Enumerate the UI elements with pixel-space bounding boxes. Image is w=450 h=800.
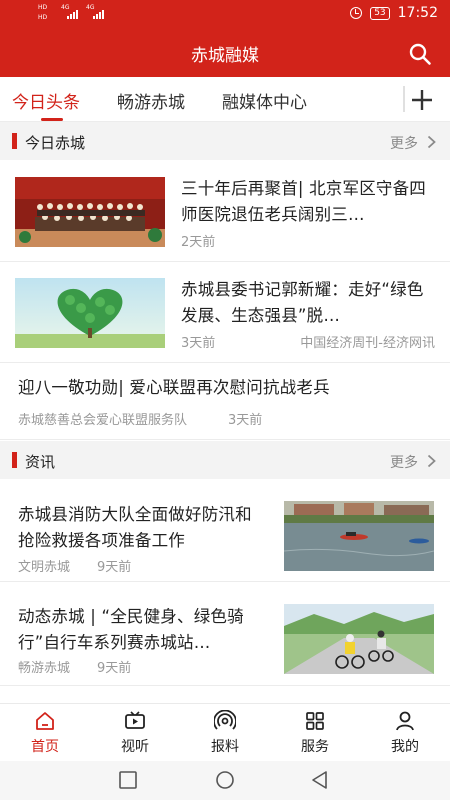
news-item[interactable]: 迎八一敬功勋| 爱心联盟再次慰问抗战老兵 赤城慈善总会爱心联盟服务队 3天前 bbox=[0, 363, 450, 440]
nav-label: 我的 bbox=[391, 739, 419, 755]
news-source: 中国经济周刊-经济网讯 bbox=[300, 336, 435, 351]
news-source: 文明赤城 bbox=[18, 560, 71, 575]
video-icon bbox=[125, 711, 145, 729]
news-time: 3天前 bbox=[228, 413, 263, 428]
green-heart-tree-thumbnail bbox=[15, 278, 165, 348]
news-time: 2天前 bbox=[181, 235, 216, 250]
category-tabs: 今日头条 畅游赤城 融媒体中心 bbox=[0, 77, 450, 122]
news-item[interactable]: 三十年后再聚首| 北京军区守备四师医院退伍老兵阔别三… 2天前 bbox=[0, 160, 450, 262]
news-time: 9天前 bbox=[97, 560, 132, 575]
news-time: 3天前 bbox=[181, 336, 216, 351]
user-icon bbox=[396, 711, 414, 731]
news-time: 9天前 bbox=[97, 661, 132, 676]
nav-mine[interactable]: 我的 bbox=[360, 704, 450, 762]
news-source: 畅游赤城 bbox=[18, 661, 71, 676]
broadcast-icon bbox=[214, 710, 236, 730]
news-title: 三十年后再聚首| 北京军区守备四师医院退伍老兵阔别三… bbox=[181, 179, 427, 224]
section-header-news: 资讯 更多 bbox=[0, 441, 450, 479]
tab-travel-chicheng[interactable]: 畅游赤城 bbox=[117, 88, 185, 113]
more-link[interactable]: 更多 bbox=[390, 133, 418, 153]
group-photo-thumbnail bbox=[15, 177, 165, 247]
nav-services[interactable]: 服务 bbox=[270, 704, 360, 762]
section-marker bbox=[12, 452, 17, 468]
bottom-nav: 首页 视听 报料 服务 我的 bbox=[0, 703, 450, 761]
news-item[interactable]: 赤城县委书记郭新耀：走好“绿色发展、生态强县”脱… 3天前 中国经济周刊-经济网… bbox=[0, 262, 450, 363]
news-item[interactable]: 赤城县消防大队全面做好防汛和抢险救援各项准备工作 文明赤城 9天前 bbox=[0, 479, 450, 582]
news-source: 赤城慈善总会爱心联盟服务队 bbox=[18, 413, 188, 428]
nav-video[interactable]: 视听 bbox=[90, 704, 180, 762]
search-icon[interactable] bbox=[408, 42, 432, 66]
nav-label: 首页 bbox=[31, 739, 59, 755]
nav-report[interactable]: 报料 bbox=[180, 704, 270, 762]
tab-media-center[interactable]: 融媒体中心 bbox=[222, 88, 307, 113]
nav-label: 视听 bbox=[121, 739, 149, 755]
plus-icon[interactable] bbox=[410, 88, 434, 112]
news-item[interactable]: 动态赤城 | “全民健身、绿色骑行”自行车系列赛赤城站… 畅游赤城 9天前 bbox=[0, 582, 450, 686]
alarm-icon bbox=[350, 7, 363, 19]
section-title: 资讯 bbox=[25, 453, 56, 471]
grid-icon bbox=[306, 712, 324, 730]
sim2-hd-tag: HD bbox=[38, 14, 48, 21]
cyclists-thumbnail bbox=[284, 604, 434, 674]
more-link[interactable]: 更多 bbox=[390, 452, 418, 472]
nav-label: 服务 bbox=[301, 739, 329, 755]
sim2-signal-icon bbox=[93, 9, 104, 19]
section-header-today: 今日赤城 更多 bbox=[0, 122, 450, 160]
system-nav-bar bbox=[0, 761, 450, 800]
tabs-divider bbox=[403, 86, 405, 112]
app-title: 赤城融媒 bbox=[191, 46, 259, 66]
news-title: 赤城县委书记郭新耀：走好“绿色发展、生态强县”脱… bbox=[181, 280, 424, 325]
sim1-hd-tag: HD bbox=[38, 4, 48, 11]
home-icon bbox=[36, 712, 54, 730]
news-title: 动态赤城 | “全民健身、绿色骑行”自行车系列赛赤城站… bbox=[18, 607, 244, 652]
home-button-icon[interactable] bbox=[215, 770, 235, 790]
chevron-right-icon[interactable] bbox=[427, 135, 436, 149]
chevron-right-icon[interactable] bbox=[427, 454, 436, 468]
sim1-signal-icon bbox=[67, 9, 78, 19]
section-marker bbox=[12, 133, 17, 149]
recent-apps-icon[interactable] bbox=[118, 770, 138, 790]
rescue-boat-thumbnail bbox=[284, 501, 434, 571]
clock: 17:52 bbox=[397, 5, 438, 21]
active-tab-indicator bbox=[41, 118, 63, 121]
nav-home[interactable]: 首页 bbox=[0, 704, 90, 762]
section-title: 今日赤城 bbox=[25, 134, 86, 152]
news-title: 迎八一敬功勋| 爱心联盟再次慰问抗战老兵 bbox=[18, 378, 330, 397]
battery-icon: 53 bbox=[370, 6, 390, 20]
status-bar: HD 4G HD 4G 53 17:52 bbox=[0, 0, 450, 28]
tab-headlines[interactable]: 今日头条 bbox=[12, 88, 80, 113]
back-icon[interactable] bbox=[310, 770, 330, 790]
news-title: 赤城县消防大队全面做好防汛和抢险救援各项准备工作 bbox=[18, 505, 252, 550]
app-header: HD 4G HD 4G 53 17:52 赤城融媒 bbox=[0, 0, 450, 77]
nav-label: 报料 bbox=[211, 739, 239, 755]
